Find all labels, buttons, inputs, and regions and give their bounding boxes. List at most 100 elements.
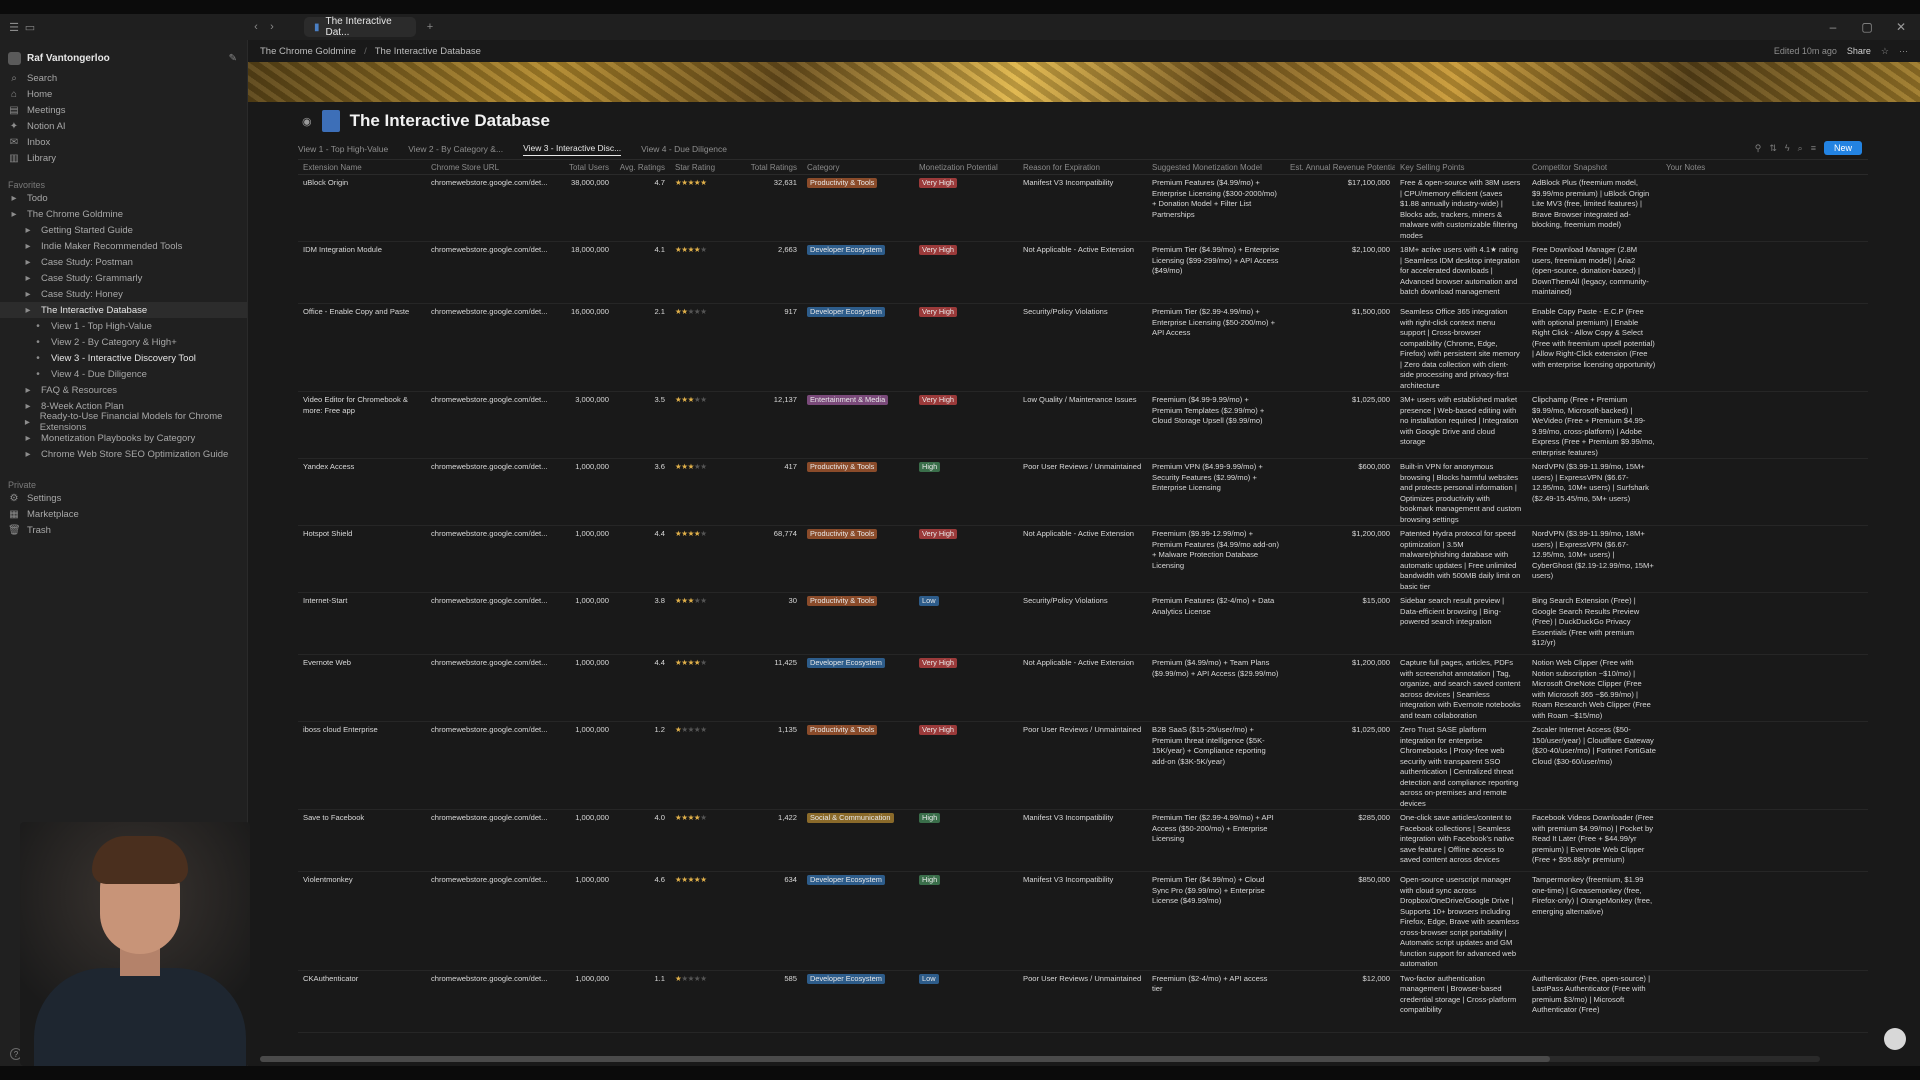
cell-name[interactable]: Save to Facebook xyxy=(298,813,426,824)
horizontal-scrollbar[interactable] xyxy=(260,1056,1820,1062)
category-tag[interactable]: Developer Ecosystem xyxy=(807,875,885,885)
back-arrow-icon[interactable]: ‹ xyxy=(248,19,264,35)
column-header-avg-ratings[interactable]: Avg. Ratings xyxy=(614,163,670,172)
table-row[interactable]: Yandex Access chromewebstore.google.com/d… xyxy=(298,459,1868,526)
page-cover-image[interactable] xyxy=(248,62,1920,102)
sidebar-item-the-interactive-database[interactable]: ▸ The Interactive Database xyxy=(0,302,247,318)
category-tag[interactable]: Social & Communication xyxy=(807,813,894,823)
tab-view-1[interactable]: View 1 - Top High-Value xyxy=(298,144,388,154)
share-button[interactable]: Share xyxy=(1847,46,1871,56)
table-row[interactable]: iboss cloud Enterprise chromewebstore.goo… xyxy=(298,722,1868,810)
sidebar-item-notion-ai[interactable]: ✦ Notion AI xyxy=(0,118,247,134)
cell-name[interactable]: uBlock Origin xyxy=(298,178,426,189)
table-row[interactable]: IDM Integration Module chromewebstore.goo… xyxy=(298,242,1868,304)
sidebar-item-meetings[interactable]: ▤ Meetings xyxy=(0,102,247,118)
new-tab-button[interactable]: + xyxy=(422,19,438,35)
sidebar-item-todo[interactable]: ▸ Todo xyxy=(0,190,247,206)
sidebar-item-case-study-honey[interactable]: ▸ Case Study: Honey xyxy=(0,286,247,302)
cell-url[interactable]: chromewebstore.google.com/det... xyxy=(426,178,558,189)
cell-name[interactable]: Hotspot Shield xyxy=(298,529,426,540)
workspace-switcher[interactable]: Raf Vantongerloo ✎ xyxy=(0,46,247,70)
sidebar-item-indie-maker-recommended-tools[interactable]: ▸ Indie Maker Recommended Tools xyxy=(0,238,247,254)
search-icon[interactable]: ⌕ xyxy=(1798,143,1803,154)
cell-name[interactable]: Video Editor for Chromebook & more: Free… xyxy=(298,395,426,416)
sidebar-item-home[interactable]: ⌂ Home xyxy=(0,86,247,102)
category-tag[interactable]: Productivity & Tools xyxy=(807,462,878,472)
compose-icon[interactable]: ✎ xyxy=(229,53,237,64)
category-tag[interactable]: Productivity & Tools xyxy=(807,596,878,606)
column-header-competitor-snapshot[interactable]: Competitor Snapshot xyxy=(1527,163,1661,172)
category-tag[interactable]: Productivity & Tools xyxy=(807,725,878,735)
cell-name[interactable]: Evernote Web xyxy=(298,658,426,669)
category-tag[interactable]: Productivity & Tools xyxy=(807,178,878,188)
cell-name[interactable]: iboss cloud Enterprise xyxy=(298,725,426,736)
sidebar-item-view-2-by-category-high-[interactable]: • View 2 - By Category & High+ xyxy=(0,334,247,350)
column-header-reason-for-expiration[interactable]: Reason for Expiration xyxy=(1018,163,1147,172)
table-row[interactable]: CKAuthenticator chromewebstore.google.com… xyxy=(298,971,1868,1033)
column-header-key-selling-points[interactable]: Key Selling Points xyxy=(1395,163,1527,172)
sidebar-item-case-study-grammarly[interactable]: ▸ Case Study: Grammarly xyxy=(0,270,247,286)
column-header-est-annual-revenue-potential[interactable]: Est. Annual Revenue Potential xyxy=(1285,163,1395,172)
potential-tag[interactable]: Very High xyxy=(919,307,958,317)
settings-icon[interactable]: ≡ xyxy=(1811,143,1816,153)
cell-name[interactable]: Violentmonkey xyxy=(298,875,426,886)
cell-url[interactable]: chromewebstore.google.com/det... xyxy=(426,875,558,886)
cell-name[interactable]: Office - Enable Copy and Paste xyxy=(298,307,426,318)
table-row[interactable]: Violentmonkey chromewebstore.google.com/d… xyxy=(298,872,1868,971)
category-tag[interactable]: Developer Ecosystem xyxy=(807,245,885,255)
sidebar-item-ready-to-use-financial-models-for-chrome[interactable]: ▸ Ready-to-Use Financial Models for Chrom… xyxy=(0,411,247,433)
star-icon[interactable]: ☆ xyxy=(1881,46,1889,57)
browser-tab-active[interactable]: ▮ The Interactive Dat... xyxy=(304,16,416,38)
table-row[interactable]: Video Editor for Chromebook & more: Free… xyxy=(298,392,1868,459)
potential-tag[interactable]: Very High xyxy=(919,725,958,735)
column-header-star-rating[interactable]: Star Rating xyxy=(670,163,736,172)
column-header-chrome-store-url[interactable]: Chrome Store URL xyxy=(426,163,558,172)
category-tag[interactable]: Developer Ecosystem xyxy=(807,658,885,668)
cell-url[interactable]: chromewebstore.google.com/det... xyxy=(426,529,558,540)
page-title[interactable]: The Interactive Database xyxy=(350,111,550,131)
sidebar-item-marketplace[interactable]: ▦ Marketplace xyxy=(0,506,247,522)
tab-view-4[interactable]: View 4 - Due Diligence xyxy=(641,144,727,154)
cell-url[interactable]: chromewebstore.google.com/det... xyxy=(426,307,558,318)
potential-tag[interactable]: Very High xyxy=(919,529,958,539)
table-row[interactable]: Office - Enable Copy and Paste chromewebs… xyxy=(298,304,1868,392)
category-tag[interactable]: Entertainment & Media xyxy=(807,395,889,405)
table-row[interactable]: Save to Facebook chromewebstore.google.co… xyxy=(298,810,1868,872)
potential-tag[interactable]: Very High xyxy=(919,395,958,405)
sidebar-item-faq-resources[interactable]: ▸ FAQ & Resources xyxy=(0,382,247,398)
potential-tag[interactable]: Low xyxy=(919,596,939,606)
cell-url[interactable]: chromewebstore.google.com/det... xyxy=(426,725,558,736)
column-header-total-users[interactable]: Total Users xyxy=(558,163,614,172)
filter-icon[interactable]: ⚲ xyxy=(1755,143,1762,154)
column-header-extension-name[interactable]: Extension Name xyxy=(298,163,426,172)
cell-name[interactable]: IDM Integration Module xyxy=(298,245,426,256)
column-header-your-notes[interactable]: Your Notes xyxy=(1661,163,1768,172)
potential-tag[interactable]: High xyxy=(919,875,941,885)
breadcrumb-current[interactable]: The Interactive Database xyxy=(375,46,481,57)
table-row[interactable]: Hotspot Shield chromewebstore.google.com/… xyxy=(298,526,1868,593)
new-button[interactable]: New xyxy=(1823,141,1862,155)
category-tag[interactable]: Developer Ecosystem xyxy=(807,307,885,317)
cell-url[interactable]: chromewebstore.google.com/det... xyxy=(426,395,558,406)
sidebar-item-library[interactable]: ▥ Library xyxy=(0,150,247,166)
sidebar-item-view-1-top-high-value[interactable]: • View 1 - Top High-Value xyxy=(0,318,247,334)
user-avatar[interactable] xyxy=(1884,1028,1906,1050)
tab-view-3[interactable]: View 3 - Interactive Disc... xyxy=(523,143,622,156)
tab-view-2[interactable]: View 2 - By Category &... xyxy=(408,144,503,154)
column-header-monetization-potential[interactable]: Monetization Potential xyxy=(914,163,1018,172)
column-header-category[interactable]: Category xyxy=(802,163,914,172)
category-tag[interactable]: Developer Ecosystem xyxy=(807,973,885,984)
cell-url[interactable]: chromewebstore.google.com/det... xyxy=(426,596,558,607)
table-row[interactable]: uBlock Origin chromewebstore.google.com/d… xyxy=(298,175,1868,242)
sidebar-item-settings[interactable]: ⚙ Settings xyxy=(0,490,247,506)
cell-url[interactable]: chromewebstore.google.com/det... xyxy=(426,462,558,473)
potential-tag[interactable]: Very High xyxy=(919,245,958,255)
page-emoji-icon[interactable]: ◉ xyxy=(302,115,312,128)
breadcrumb-root[interactable]: The Chrome Goldmine xyxy=(260,46,356,57)
more-icon[interactable]: ⋯ xyxy=(1899,46,1908,57)
sidebar-item-getting-started-guide[interactable]: ▸ Getting Started Guide xyxy=(0,222,247,238)
panel-icon[interactable]: ▭ xyxy=(22,19,38,35)
cell-url[interactable]: chromewebstore.google.com/det... xyxy=(426,974,558,985)
category-tag[interactable]: Productivity & Tools xyxy=(807,529,878,539)
column-header-total-ratings[interactable]: Total Ratings xyxy=(736,163,802,172)
